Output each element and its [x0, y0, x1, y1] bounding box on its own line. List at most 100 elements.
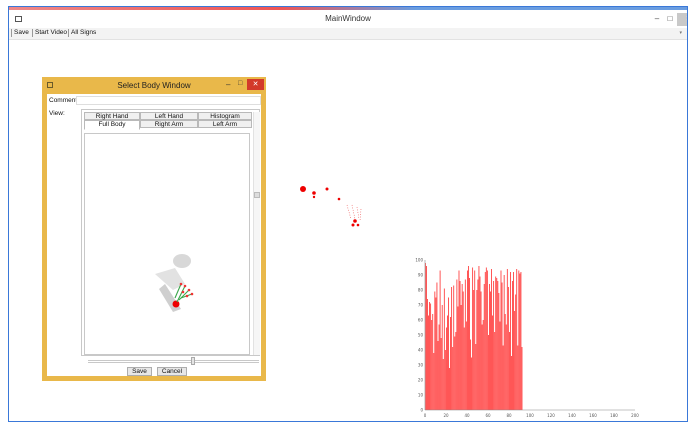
histogram-bar — [493, 281, 495, 410]
dialog-maximize-button[interactable]: □ — [238, 80, 242, 87]
histogram-bar — [474, 270, 476, 410]
histogram-bar — [510, 272, 511, 410]
dialog-title-bar[interactable]: Select Body Window – □ ✕ — [42, 77, 266, 93]
menu-item-all-signs[interactable]: All Signs — [71, 29, 96, 36]
histogram-bar — [434, 291, 436, 410]
histogram-bar — [431, 320, 433, 410]
tab-left-arm[interactable]: Left Arm — [198, 120, 252, 128]
finger-traces — [346, 204, 362, 222]
histogram-bar — [512, 281, 513, 410]
histogram-bar — [449, 368, 450, 410]
histogram-bar — [467, 270, 468, 410]
menu-separator — [68, 29, 69, 37]
joint-point — [337, 197, 341, 201]
histogram-bar — [432, 314, 434, 410]
histogram-bar — [478, 266, 480, 410]
histogram-bar — [490, 291, 491, 410]
title-bar[interactable]: MainWindow – □ ✕ — [9, 10, 687, 28]
histogram-bar — [454, 336, 456, 410]
histogram-bar — [426, 266, 427, 410]
histogram-bar — [436, 282, 438, 410]
menu-item-save[interactable]: Save — [14, 29, 29, 36]
tab-left-hand[interactable]: Left Hand — [140, 112, 198, 120]
comment-input[interactable] — [76, 96, 261, 105]
histogram-bar — [475, 344, 477, 410]
histogram-bar — [452, 347, 454, 410]
histogram-bar — [509, 332, 510, 410]
histogram-bar — [460, 305, 462, 410]
histogram-bar — [492, 315, 493, 410]
histogram-bar — [464, 279, 466, 410]
head-shape — [173, 254, 191, 268]
histogram-bar — [477, 279, 479, 410]
histogram-bar — [494, 332, 496, 410]
view-tab-control: Right Hand Left Hand Histogram Full Body… — [81, 109, 260, 356]
close-button[interactable]: ✕ — [677, 13, 687, 26]
dialog-title: Select Body Window — [117, 81, 191, 90]
histogram-bar — [504, 314, 506, 410]
histogram-bar — [448, 297, 449, 410]
histogram-bar — [465, 321, 467, 410]
tab-right-arm[interactable]: Right Arm — [140, 120, 198, 128]
y-tick-label: 0 — [420, 408, 423, 413]
histogram-bar — [495, 276, 497, 410]
histogram-bar — [470, 339, 471, 410]
view-slider[interactable] — [88, 357, 259, 365]
joint-point — [300, 186, 306, 192]
y-tick-label: 20 — [418, 378, 424, 383]
y-tick-label: 90 — [418, 273, 424, 278]
histogram-bar — [447, 315, 448, 410]
histogram-bar — [516, 269, 518, 410]
histogram-bar — [462, 291, 464, 410]
histogram-bar — [515, 294, 517, 410]
histogram-bar — [444, 350, 446, 410]
histogram-bar — [428, 315, 429, 410]
histogram-bar — [457, 306, 459, 410]
histogram-bar — [488, 335, 489, 410]
histogram-bar — [503, 275, 505, 410]
minimize-button[interactable]: – — [651, 13, 663, 26]
comment-label: Comment: — [49, 97, 79, 104]
joint-point — [351, 223, 355, 227]
joint-point — [312, 191, 316, 195]
tab-histogram[interactable]: Histogram — [198, 112, 252, 120]
vertical-scrollbar[interactable] — [253, 112, 260, 355]
y-tick-label: 100 — [415, 258, 423, 263]
dialog-minimize-button[interactable]: – — [226, 80, 230, 89]
histogram-bar — [486, 270, 488, 410]
maximize-button[interactable]: □ — [664, 13, 676, 26]
menu-separator — [32, 29, 33, 37]
y-tick-label: 80 — [418, 288, 424, 293]
y-tick-label: 30 — [418, 363, 424, 368]
tab-right-hand[interactable]: Right Hand — [84, 112, 140, 120]
x-tick-label: 140 — [568, 413, 576, 418]
histogram-bar — [469, 278, 470, 410]
save-button[interactable]: Save — [127, 367, 152, 376]
joint-point — [325, 187, 329, 191]
histogram-bar — [473, 290, 475, 410]
x-tick-label: 160 — [589, 413, 597, 418]
chevron-down-icon[interactable]: ▾ — [679, 30, 682, 36]
histogram-bar — [456, 279, 458, 410]
histogram-bar — [427, 299, 428, 410]
slider-thumb[interactable] — [191, 357, 195, 365]
histogram-bar — [450, 317, 451, 410]
histogram-bar — [442, 359, 444, 410]
histogram-bar — [451, 287, 453, 410]
dialog-close-button[interactable]: ✕ — [247, 79, 264, 90]
scrollbar-thumb[interactable] — [254, 192, 260, 198]
menu-item-start-video[interactable]: Start Video — [35, 29, 67, 36]
histogram-svg: 0 20 40 60 80 100 120 140 160 180 200 0 10 20 30 40 50 60… — [415, 258, 639, 419]
window-title: MainWindow — [325, 14, 371, 23]
cancel-button[interactable]: Cancel — [157, 367, 187, 376]
histogram-bar — [438, 324, 440, 410]
histogram-bar — [500, 270, 502, 410]
joint-point — [356, 223, 360, 227]
tab-full-body[interactable]: Full Body — [84, 120, 140, 130]
y-tick-label: 60 — [418, 318, 424, 323]
menu-separator — [11, 29, 12, 37]
joint-point — [353, 219, 357, 223]
histogram-bar — [520, 272, 522, 410]
histogram-bar — [430, 303, 432, 410]
full-body-view — [84, 133, 250, 355]
